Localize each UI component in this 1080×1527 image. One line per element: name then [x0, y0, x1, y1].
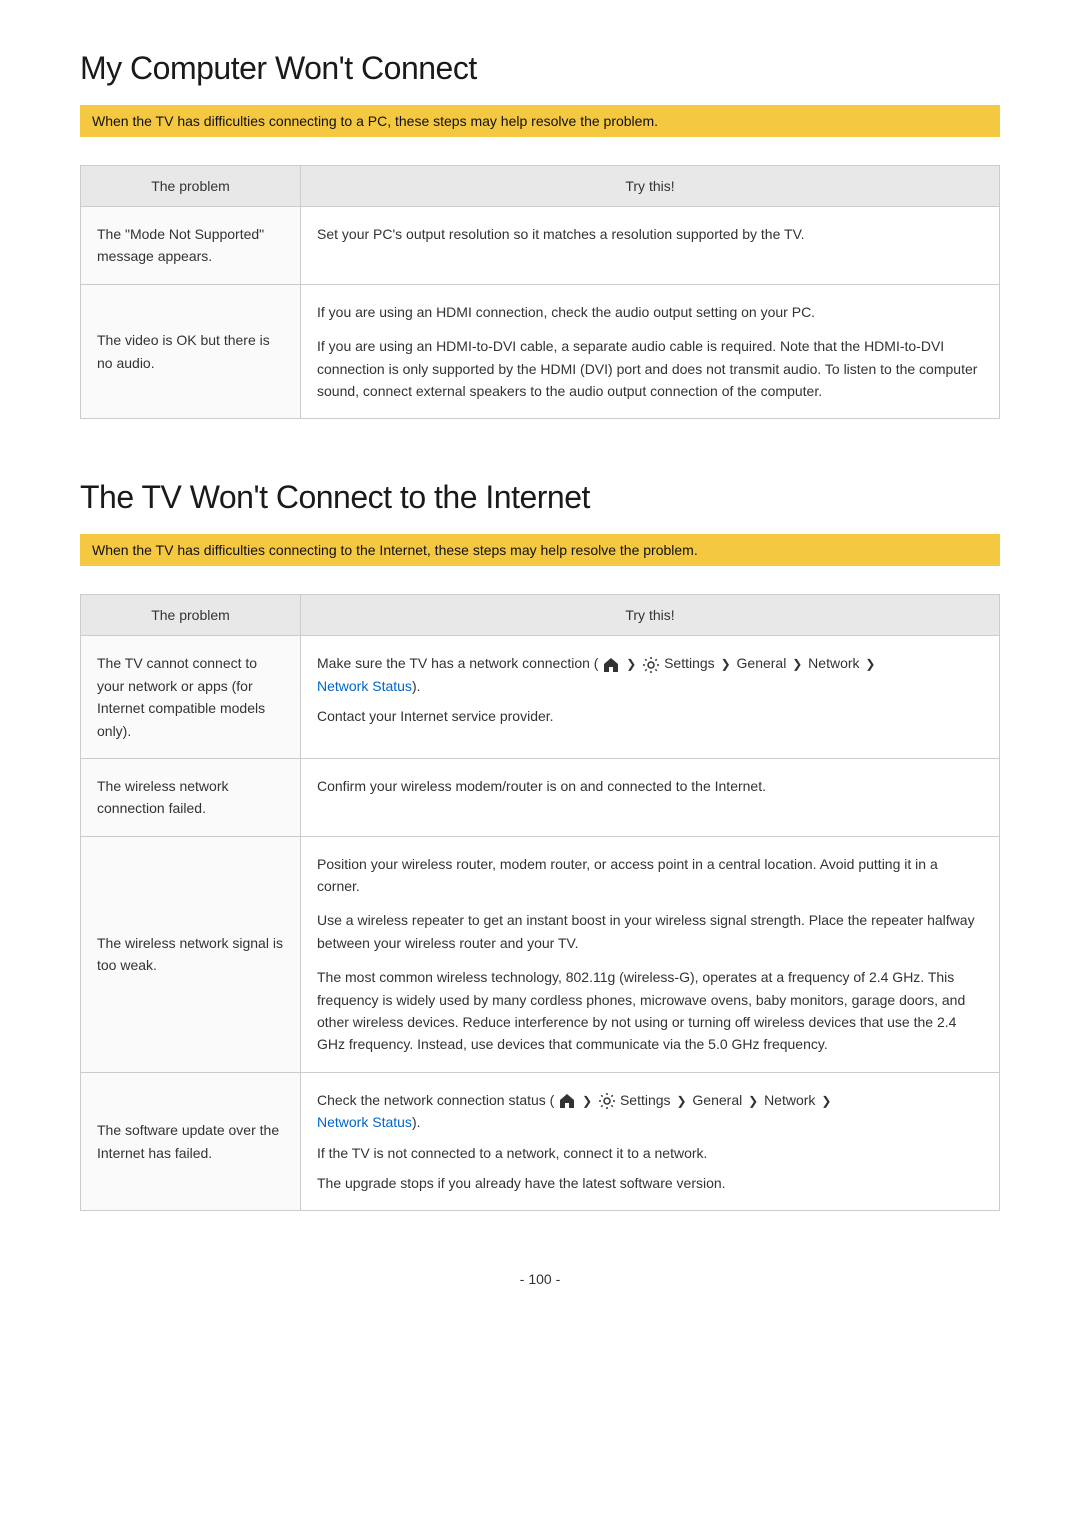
section1-col1-header: The problem [81, 166, 301, 207]
general-label: General [737, 655, 787, 671]
home-icon [598, 655, 624, 671]
section2-subtitle: When the TV has difficulties connecting … [80, 534, 1000, 566]
settings-icon [642, 655, 664, 671]
network-label2: Network [764, 1092, 815, 1108]
chevron-icon: ❯ [821, 1094, 831, 1108]
solution-text: Make sure the TV has a network connectio… [317, 652, 983, 697]
solution-cell: Make sure the TV has a network connectio… [301, 636, 1000, 759]
chevron-icon: ❯ [865, 657, 875, 671]
settings-icon2 [598, 1092, 620, 1108]
solution-extra2: If the TV is not connected to a network,… [317, 1142, 983, 1164]
home-icon2 [554, 1092, 580, 1108]
chevron-icon: ❯ [792, 657, 802, 671]
network-status-link[interactable]: Network Status [317, 678, 412, 694]
solution-cell: Position your wireless router, modem rou… [301, 836, 1000, 1072]
solution-cell: Set your PC's output resolution so it ma… [301, 207, 1000, 285]
general-label2: General [692, 1092, 742, 1108]
solution-part: Use a wireless repeater to get an instan… [317, 909, 983, 954]
chevron-icon: ❯ [626, 657, 636, 671]
problem-cell: The "Mode Not Supported" message appears… [81, 207, 301, 285]
chevron-icon: ❯ [748, 1094, 758, 1108]
problem-cell: The video is OK but there is no audio. [81, 284, 301, 419]
network-label: Network [808, 655, 859, 671]
table-row: The wireless network connection failed. … [81, 758, 1000, 836]
solution-extra: Contact your Internet service provider. [317, 705, 983, 727]
table-row: The TV cannot connect to your network or… [81, 636, 1000, 759]
problem-cell: The software update over the Internet ha… [81, 1072, 301, 1211]
section1-subtitle: When the TV has difficulties connecting … [80, 105, 1000, 137]
section2-table: The problem Try this! The TV cannot conn… [80, 594, 1000, 1211]
solution-part: If you are using an HDMI-to-DVI cable, a… [317, 335, 983, 402]
solution-text: Check the network connection status ( ❯ … [317, 1089, 983, 1134]
solution-part: Position your wireless router, modem rou… [317, 853, 983, 898]
section1-title: My Computer Won't Connect [80, 50, 1000, 87]
section1-col2-header: Try this! [301, 166, 1000, 207]
solution-cell: Confirm your wireless modem/router is on… [301, 758, 1000, 836]
solution-cell: If you are using an HDMI connection, che… [301, 284, 1000, 419]
table-row: The wireless network signal is too weak.… [81, 836, 1000, 1072]
settings-label2: Settings [620, 1092, 671, 1108]
problem-cell: The wireless network signal is too weak. [81, 836, 301, 1072]
network-status-link2[interactable]: Network Status [317, 1114, 412, 1130]
section2-col1-header: The problem [81, 595, 301, 636]
problem-cell: The wireless network connection failed. [81, 758, 301, 836]
solution-part: The most common wireless technology, 802… [317, 966, 983, 1056]
section2-col2-header: Try this! [301, 595, 1000, 636]
section1-table: The problem Try this! The "Mode Not Supp… [80, 165, 1000, 419]
table-row: The software update over the Internet ha… [81, 1072, 1000, 1211]
problem-cell: The TV cannot connect to your network or… [81, 636, 301, 759]
table-row: The video is OK but there is no audio. I… [81, 284, 1000, 419]
chevron-icon: ❯ [721, 657, 731, 671]
chevron-icon: ❯ [582, 1094, 592, 1108]
chevron-icon: ❯ [676, 1094, 686, 1108]
section2-title: The TV Won't Connect to the Internet [80, 479, 1000, 516]
solution-extra3: The upgrade stops if you already have th… [317, 1172, 983, 1194]
table-row: The "Mode Not Supported" message appears… [81, 207, 1000, 285]
settings-label: Settings [664, 655, 715, 671]
solution-part: If you are using an HDMI connection, che… [317, 301, 983, 323]
solution-cell: Check the network connection status ( ❯ … [301, 1072, 1000, 1211]
page-number: - 100 - [80, 1271, 1000, 1287]
